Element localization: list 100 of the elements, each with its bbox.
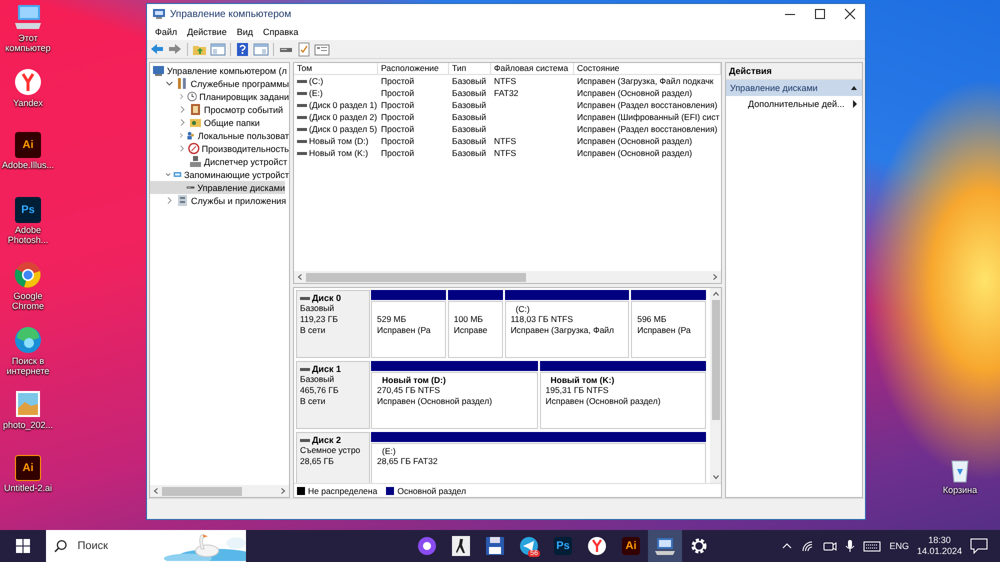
camera-icon[interactable]: [823, 540, 838, 552]
icon-label[interactable]: Корзина: [942, 485, 978, 495]
tree-item[interactable]: Локальные пользоват: [150, 129, 289, 142]
node-icon: [189, 116, 202, 129]
partition-size: 195,31 ГБ NTFS: [546, 385, 610, 396]
chevron-down-icon[interactable]: [165, 79, 174, 88]
notification-icon[interactable]: [970, 538, 988, 554]
horizontal-scrollbar[interactable]: [150, 485, 289, 497]
tree-item[interactable]: Планировщик задани: [150, 90, 289, 103]
taskbar-app[interactable]: Ps: [546, 530, 580, 562]
actions-section-header[interactable]: Управление дисками: [726, 80, 862, 96]
partition-size: 596 МБ: [637, 314, 668, 325]
partition-block[interactable]: 100 МБ Исправе: [448, 301, 503, 358]
table-cell-text: Исправен (Шифрованный (EFI) сист: [576, 111, 721, 123]
scroll-left-icon[interactable]: [296, 273, 304, 281]
partition-block[interactable]: Новый том (K:) 195,31 ГБ NTFS Исправен (Основной раздел): [540, 372, 706, 429]
app-icon[interactable]: Ps: [15, 196, 41, 222]
icon-label[interactable]: Этот компьютер: [0, 33, 56, 53]
tree-item[interactable]: Управление дисками: [150, 181, 285, 194]
chevron-right-icon[interactable]: [178, 131, 184, 140]
yandex-icon: [587, 536, 607, 556]
icon-label[interactable]: Adobe Photosh...: [0, 224, 56, 244]
chevron-right-icon[interactable]: [165, 196, 174, 205]
checklist-icon[interactable]: [296, 42, 312, 56]
menu-item[interactable]: Справка: [258, 27, 304, 37]
menu-item[interactable]: Действие: [182, 27, 232, 37]
column-header[interactable]: Расположение: [378, 63, 449, 75]
disk-detail: Базовый: [300, 303, 336, 314]
microphone-icon[interactable]: [845, 539, 856, 553]
table-cell-text: Базовый: [451, 111, 488, 123]
menu-item[interactable]: Вид: [232, 27, 258, 37]
computer-icon: [654, 536, 676, 556]
tree-item[interactable]: Производительность: [150, 142, 289, 155]
scroll-left-icon[interactable]: [152, 487, 160, 495]
chevron-right-icon[interactable]: [178, 105, 187, 114]
image-file-icon: [15, 390, 41, 418]
tree-item[interactable]: Служебные программы: [150, 77, 289, 90]
tree-item[interactable]: Диспетчер устройст: [150, 155, 289, 168]
partition-block[interactable]: (C:) 118,03 ГБ NTFS Исправен (Загрузка, Файл: [504, 301, 630, 358]
disk-info-panel[interactable]: Диск 0 Базовый 119,23 ГБ В сети: [296, 290, 370, 358]
scroll-up-icon[interactable]: [712, 290, 720, 298]
partition-header-bar: [448, 290, 503, 300]
panel-icon[interactable]: [210, 42, 226, 56]
search-bar[interactable]: Поиск: [46, 530, 246, 562]
submenu-arrow-icon: [852, 100, 858, 108]
partition-block[interactable]: 529 МБ Исправен (Ра: [371, 301, 446, 358]
chevron-down-icon[interactable]: [165, 170, 172, 179]
column-header[interactable]: Тип: [449, 63, 491, 75]
scroll-right-icon[interactable]: [711, 273, 719, 281]
icon-label[interactable]: photo_202...: [2, 420, 54, 430]
chrome-icon: [14, 261, 42, 289]
properties-icon[interactable]: [314, 42, 330, 56]
tree-item[interactable]: Службы и приложения: [150, 194, 289, 207]
tree-item[interactable]: Общие папки: [150, 116, 289, 129]
icon-label[interactable]: Adobe.Illus...: [2, 160, 54, 170]
keyboard-icon[interactable]: [863, 540, 882, 552]
table-cell: (E:): [309, 87, 323, 99]
horizontal-scrollbar[interactable]: [294, 271, 721, 283]
icon-label[interactable]: Yandex: [13, 98, 43, 108]
chevron-right-icon[interactable]: [178, 144, 186, 153]
menu-item[interactable]: Файл: [150, 27, 182, 37]
tree-item[interactable]: Просмотр событий: [150, 103, 289, 116]
table-cell-text: Исправен (Основной раздел): [576, 147, 694, 159]
partition-block[interactable]: Новый том (D:) 270,45 ГБ NTFS Исправен (Основной раздел): [371, 372, 538, 429]
disk-info-panel[interactable]: Диск 2 Съемное устро 28,65 ГБ: [296, 432, 370, 483]
language-indicator[interactable]: ENG: [889, 541, 909, 551]
clock-time[interactable]: 18:30: [928, 535, 951, 546]
forward-icon[interactable]: [167, 42, 183, 56]
partition-block[interactable]: 596 МБ Исправен (Ра: [631, 301, 706, 358]
icon-label[interactable]: Google Chrome: [0, 291, 56, 311]
chevron-up-icon[interactable]: [781, 541, 794, 551]
tree-item[interactable]: Запоминающие устройст: [150, 168, 289, 181]
table-cell: (Диск 0 раздел 5): [309, 123, 378, 135]
scroll-right-icon[interactable]: [279, 487, 287, 495]
action-item[interactable]: Дополнительные дей...: [726, 96, 862, 112]
taskbar-app[interactable]: [648, 530, 682, 562]
search-input[interactable]: Поиск: [75, 539, 160, 553]
taskbar-app[interactable]: Ai: [614, 530, 648, 562]
table-cell-text: Базовый: [451, 147, 488, 159]
disk-info-panel[interactable]: Диск 1 Базовый 465,76 ГБ В сети: [296, 361, 370, 429]
app-icon[interactable]: Ai: [15, 132, 41, 158]
table-cell: (Диск 0 раздел 1): [309, 99, 378, 111]
table-cell: Новый том (K:): [309, 147, 368, 159]
column-header[interactable]: Файловая система: [491, 63, 574, 75]
icon-label[interactable]: Поиск в интернете: [0, 356, 56, 376]
panel-icon[interactable]: [253, 42, 269, 56]
icon-label[interactable]: Untitled-2.ai: [4, 482, 52, 492]
disk-detail: 119,23 ГБ: [300, 314, 339, 325]
chevron-right-icon[interactable]: [178, 118, 187, 127]
scroll-down-icon[interactable]: [712, 473, 720, 481]
back-icon[interactable]: [149, 42, 165, 56]
column-header[interactable]: Том: [294, 63, 378, 75]
clock-date[interactable]: 14.01.2024: [916, 546, 962, 557]
tree-item[interactable]: Управление компьютером (л: [150, 64, 289, 77]
vertical-scrollbar[interactable]: [710, 288, 721, 483]
column-header[interactable]: Состояние: [574, 63, 721, 75]
file-icon[interactable]: Ai: [15, 454, 41, 480]
partition-block[interactable]: (E:) 28,65 ГБ FAT32: [371, 443, 706, 483]
help-icon[interactable]: [235, 42, 251, 56]
chevron-right-icon[interactable]: [178, 92, 186, 101]
